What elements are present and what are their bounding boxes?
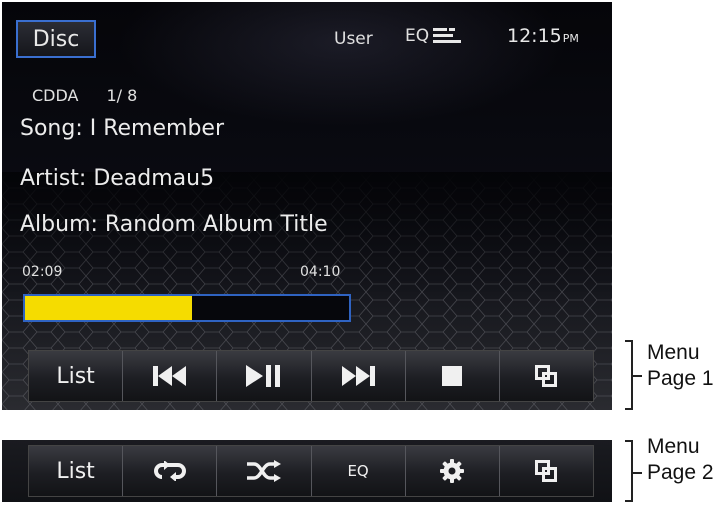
menu-bar-page-1: List — [28, 350, 594, 402]
caption-line: Menu — [647, 435, 700, 458]
next-track-button[interactable] — [311, 351, 406, 401]
album-title: Album: Random Album Title — [20, 212, 328, 237]
caption-line: Page 1 — [647, 367, 714, 390]
menu-page-1-bracket — [625, 340, 633, 410]
play-pause-button[interactable] — [217, 351, 312, 401]
menu-page-1-bracket-tick — [633, 375, 642, 377]
progress-bar[interactable] — [23, 294, 351, 322]
user-label[interactable]: User — [334, 29, 373, 49]
eq-bars-icon — [433, 28, 462, 43]
page-switch-icon — [535, 365, 558, 387]
head-unit-screen: Disc User EQ 12:15PM CDDA 1/ 8 Song: I Re… — [2, 2, 612, 410]
stop-button[interactable] — [405, 351, 500, 401]
shuffle-button[interactable] — [217, 446, 312, 496]
track-position: 1/ 8 — [106, 86, 138, 105]
repeat-button[interactable] — [123, 446, 218, 496]
clock: 12:15PM — [507, 25, 579, 47]
caption-line: Menu — [647, 341, 700, 364]
eq-indicator[interactable]: EQ — [405, 26, 463, 46]
previous-track-icon — [152, 366, 186, 386]
song-title: Song: I Remember — [20, 116, 224, 141]
artist-name: Artist: Deadmau5 — [20, 166, 215, 191]
page-switch-button-page-2[interactable] — [499, 446, 594, 496]
progress-fill — [25, 296, 192, 320]
page-switch-icon — [535, 460, 558, 482]
list-button[interactable]: List — [29, 351, 124, 401]
menu-page-2-strip: List EQ — [2, 440, 612, 502]
eq-button[interactable]: EQ — [311, 446, 406, 496]
shuffle-icon — [246, 460, 281, 482]
menu-page-2-bracket-tick — [633, 472, 642, 474]
disc-source-button[interactable]: Disc — [16, 20, 96, 58]
caption-line: Page 2 — [647, 461, 714, 484]
repeat-icon — [153, 461, 186, 481]
settings-gear-icon — [440, 459, 465, 483]
menu-bar-page-2: List EQ — [28, 445, 594, 497]
stop-icon — [442, 366, 463, 386]
settings-button[interactable] — [405, 446, 500, 496]
previous-track-button[interactable] — [123, 351, 218, 401]
play-pause-icon — [245, 365, 280, 387]
format-label: CDDA — [32, 86, 79, 105]
eq-label: EQ — [405, 26, 430, 46]
next-track-icon — [342, 366, 376, 386]
menu-page-2-bracket — [625, 440, 633, 502]
clock-ampm: PM — [562, 32, 579, 45]
elapsed-time: 02:09 — [22, 264, 63, 280]
clock-time: 12:15 — [507, 25, 562, 47]
track-format-info: CDDA 1/ 8 — [32, 86, 137, 105]
total-time: 04:10 — [300, 264, 341, 280]
page-switch-button[interactable] — [499, 351, 594, 401]
menu-page-2-caption: Menu Page 2 — [647, 434, 714, 486]
menu-page-1-caption: Menu Page 1 — [647, 340, 714, 392]
list-button-page-2[interactable]: List — [29, 446, 124, 496]
